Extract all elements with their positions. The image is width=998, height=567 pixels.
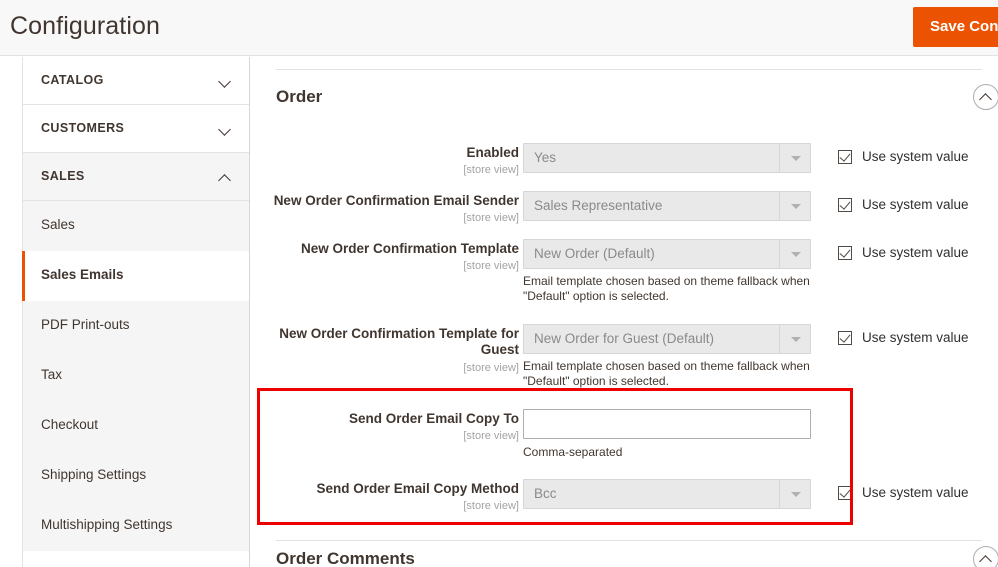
field-scope-enabled: [store view]: [463, 164, 519, 176]
configuration-page: Configuration Save Config CATALOG CUSTOM…: [0, 0, 998, 567]
enabled-select-value: Yes: [534, 150, 557, 165]
config-sidebar: CATALOG CUSTOMERS SALES Sales Sales Emai…: [22, 57, 250, 567]
email-copy-to-input[interactable]: [523, 409, 811, 439]
sidebar-item-label: PDF Print-outs: [41, 317, 130, 332]
field-scope-email-copy-to: [store view]: [463, 430, 519, 442]
sidebar-section-sales[interactable]: SALES: [23, 153, 249, 201]
checkbox-checked-icon[interactable]: [838, 486, 852, 500]
checkbox-checked-icon[interactable]: [838, 198, 852, 212]
section-title-order: Order: [276, 87, 323, 106]
collapse-circle-up-icon-order[interactable]: [973, 84, 998, 110]
sidebar-item-sales-emails[interactable]: Sales Emails: [22, 251, 249, 301]
sidebar-section-label: CUSTOMERS: [41, 121, 125, 135]
sidebar-item-shipping-settings[interactable]: Shipping Settings: [23, 451, 249, 501]
content-top-divider: [276, 69, 982, 70]
chevron-up-icon: [220, 172, 231, 183]
enabled-select[interactable]: Yes: [523, 143, 811, 173]
chevron-down-icon: [220, 124, 231, 135]
sidebar-item-label: Sales Emails: [41, 267, 124, 282]
chevron-down-icon: [220, 76, 231, 87]
confirmation-template-select[interactable]: New Order (Default): [523, 239, 811, 269]
field-scope-confirmation-template: [store view]: [463, 260, 519, 272]
page-title: Configuration: [10, 12, 161, 40]
chevron-down-icon: [779, 325, 810, 353]
sidebar-item-sales[interactable]: Sales: [23, 201, 249, 251]
sidebar-item-label: Shipping Settings: [41, 467, 147, 482]
sidebar-item-label: Tax: [41, 367, 63, 382]
chevron-down-icon: [779, 144, 810, 172]
field-note-confirmation-template: Email template chosen based on theme fal…: [523, 274, 810, 303]
checkbox-checked-icon[interactable]: [838, 331, 852, 345]
checkbox-checked-icon[interactable]: [838, 150, 852, 164]
field-label-enabled: Enabled: [466, 145, 519, 160]
field-scope-email-copy-method: [store view]: [463, 500, 519, 512]
section-divider-order-comments: [276, 540, 982, 541]
field-label-email-sender: New Order Confirmation Email Sender: [273, 193, 519, 208]
field-label-confirmation-template: New Order Confirmation Template: [300, 241, 519, 256]
field-label-confirmation-template-guest: New Order Confirmation Template for Gues…: [279, 326, 519, 357]
confirmation-template-select-value: New Order (Default): [534, 246, 655, 261]
email-sender-select[interactable]: Sales Representative: [523, 191, 811, 221]
confirmation-template-guest-select[interactable]: New Order for Guest (Default): [523, 324, 811, 354]
save-config-button[interactable]: Save Config: [913, 7, 998, 47]
collapse-circle-up-icon-order-comments[interactable]: [973, 546, 998, 567]
use-system-value-label: Use system value: [862, 245, 969, 260]
email-copy-method-select[interactable]: Bcc: [523, 479, 811, 509]
page-header: Configuration Save Config: [0, 0, 998, 56]
sidebar-section-label: CATALOG: [41, 73, 104, 87]
chevron-down-icon: [779, 192, 810, 220]
sidebar-item-pdf-print-outs[interactable]: PDF Print-outs: [23, 301, 249, 351]
field-scope-email-sender: [store view]: [463, 212, 519, 224]
sidebar-item-multishipping-settings[interactable]: Multishipping Settings: [23, 501, 249, 551]
use-system-value-label: Use system value: [862, 485, 969, 500]
sidebar-section-label: SALES: [41, 169, 85, 183]
checkbox-checked-icon[interactable]: [838, 246, 852, 260]
sidebar-section-customers[interactable]: CUSTOMERS: [23, 105, 249, 153]
section-title-order-comments: Order Comments: [276, 549, 415, 567]
field-note-confirmation-template-guest: Email template chosen based on theme fal…: [523, 359, 810, 388]
field-scope-confirmation-template-guest: [store view]: [463, 362, 519, 374]
config-content: Order Enabled [store view] Yes Use syste…: [258, 57, 998, 567]
field-note-email-copy-to: Comma-separated: [523, 445, 623, 459]
sidebar-item-checkout[interactable]: Checkout: [23, 401, 249, 451]
sidebar-item-tax[interactable]: Tax: [23, 351, 249, 401]
use-system-value-label: Use system value: [862, 197, 969, 212]
field-label-email-copy-method: Send Order Email Copy Method: [316, 481, 519, 496]
chevron-down-icon: [779, 240, 810, 268]
field-label-email-copy-to: Send Order Email Copy To: [348, 411, 519, 426]
use-system-value-label: Use system value: [862, 330, 969, 345]
use-system-value-label: Use system value: [862, 149, 969, 164]
sidebar-item-label: Sales: [41, 217, 75, 232]
sidebar-item-label: Checkout: [41, 417, 99, 432]
chevron-down-icon: [779, 480, 810, 508]
email-sender-select-value: Sales Representative: [534, 198, 663, 213]
confirmation-template-guest-select-value: New Order for Guest (Default): [534, 331, 715, 346]
sidebar-section-catalog[interactable]: CATALOG: [23, 57, 249, 105]
sidebar-item-label: Multishipping Settings: [41, 517, 173, 532]
email-copy-method-select-value: Bcc: [534, 486, 557, 501]
